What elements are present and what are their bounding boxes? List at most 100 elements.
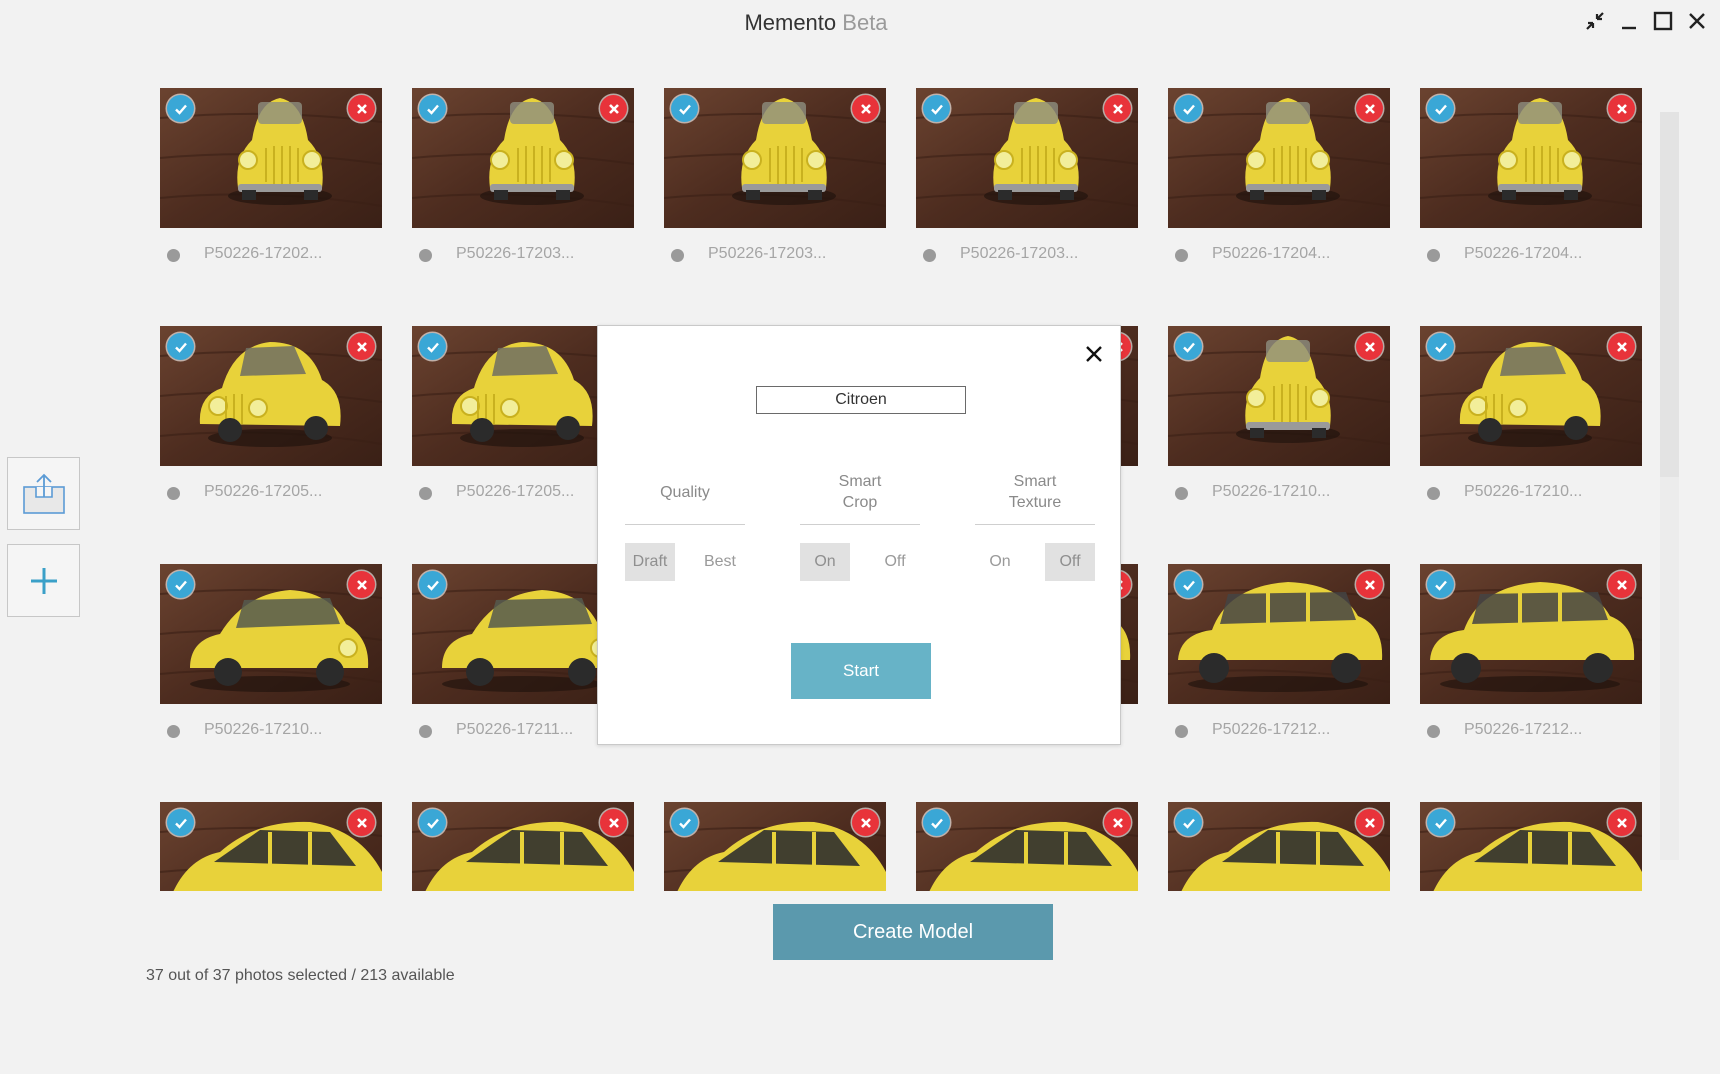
photo-thumbnail[interactable] [1420,564,1642,704]
photo-thumbnail[interactable] [916,88,1138,228]
photo-card[interactable] [1420,802,1642,891]
check-icon[interactable] [1175,95,1202,122]
photo-thumbnail[interactable] [1168,802,1390,891]
photo-thumbnail[interactable] [412,88,634,228]
smart-crop-off-button[interactable]: Off [870,543,920,581]
photo-caption: P50226-17210... [1420,480,1642,520]
photo-card[interactable] [1168,802,1390,891]
photo-thumbnail[interactable] [664,802,886,891]
check-icon[interactable] [419,95,446,122]
photo-card[interactable] [664,802,886,891]
photo-card[interactable]: P50226-17210... [1420,326,1642,564]
photo-card[interactable]: P50226-17204... [1420,88,1642,326]
photo-card[interactable]: P50226-17210... [1168,326,1390,564]
start-button[interactable]: Start [791,643,931,699]
check-icon[interactable] [1427,333,1454,360]
quality-best-button[interactable]: Best [695,543,745,581]
create-model-button[interactable]: Create Model [773,904,1053,960]
photo-card[interactable] [412,802,634,891]
photo-thumbnail[interactable] [412,802,634,891]
photo-thumbnail[interactable] [160,802,382,891]
remove-photo-icon[interactable] [1608,571,1635,598]
status-dot-icon [167,487,180,500]
remove-photo-icon[interactable] [852,809,879,836]
check-icon[interactable] [923,809,950,836]
photo-thumbnail[interactable] [664,88,886,228]
restore-icon[interactable] [1582,8,1608,34]
dialog-close-button[interactable] [1082,342,1106,366]
check-icon[interactable] [1427,571,1454,598]
photo-card[interactable]: P50226-17203... [916,88,1138,326]
photo-thumbnail[interactable] [1168,88,1390,228]
photo-thumbnail[interactable] [1168,326,1390,466]
remove-photo-icon[interactable] [348,333,375,360]
photo-filename: P50226-17212... [1212,721,1331,738]
check-icon[interactable] [167,333,194,360]
remove-photo-icon[interactable] [1356,571,1383,598]
smart-crop-on-button[interactable]: On [800,543,850,581]
photo-card[interactable] [916,802,1138,891]
photo-card[interactable]: P50226-17205... [160,326,382,564]
scrollbar-thumb[interactable] [1660,112,1679,477]
photo-thumbnail[interactable] [160,88,382,228]
remove-photo-icon[interactable] [1356,809,1383,836]
photo-card[interactable]: P50226-17210... [160,564,382,802]
remove-photo-icon[interactable] [1608,809,1635,836]
photo-card[interactable]: P50226-17204... [1168,88,1390,326]
remove-photo-icon[interactable] [852,95,879,122]
check-icon[interactable] [671,809,698,836]
photo-thumbnail[interactable] [160,564,382,704]
remove-photo-icon[interactable] [348,809,375,836]
check-icon[interactable] [923,95,950,122]
photo-card[interactable]: P50226-17202... [160,88,382,326]
remove-photo-icon[interactable] [348,95,375,122]
status-dot-icon [419,249,432,262]
photo-filename: P50226-17203... [708,245,827,262]
photo-caption: P50226-17204... [1168,242,1390,282]
upload-icon [22,473,65,514]
check-icon[interactable] [1427,95,1454,122]
model-name-input[interactable] [756,386,966,414]
photo-caption: P50226-17203... [916,242,1138,282]
check-icon[interactable] [167,571,194,598]
check-icon[interactable] [419,571,446,598]
photo-card[interactable]: P50226-17203... [412,88,634,326]
close-icon[interactable] [1684,8,1710,34]
check-icon[interactable] [167,95,194,122]
remove-photo-icon[interactable] [1608,333,1635,360]
remove-photo-icon[interactable] [1356,333,1383,360]
remove-photo-icon[interactable] [1104,809,1131,836]
remove-photo-icon[interactable] [600,95,627,122]
photo-thumbnail[interactable] [1420,326,1642,466]
photo-card[interactable]: P50226-17212... [1420,564,1642,802]
photo-card[interactable] [160,802,382,891]
add-photos-button[interactable] [7,544,80,617]
photo-thumbnail[interactable] [1420,88,1642,228]
quality-draft-button[interactable]: Draft [625,543,675,581]
check-icon[interactable] [1175,333,1202,360]
smart-texture-on-button[interactable]: On [975,543,1025,581]
check-icon[interactable] [1175,571,1202,598]
photo-card[interactable]: P50226-17212... [1168,564,1390,802]
maximize-icon[interactable] [1650,8,1676,34]
upload-button[interactable] [7,457,80,530]
photo-thumbnail[interactable] [1420,802,1642,891]
photo-thumbnail[interactable] [916,802,1138,891]
check-icon[interactable] [1427,809,1454,836]
remove-photo-icon[interactable] [1608,95,1635,122]
smart-texture-off-button[interactable]: Off [1045,543,1095,581]
check-icon[interactable] [167,809,194,836]
check-icon[interactable] [1175,809,1202,836]
remove-photo-icon[interactable] [1104,95,1131,122]
minimize-icon[interactable] [1616,8,1642,34]
remove-photo-icon[interactable] [1356,95,1383,122]
photo-card[interactable]: P50226-17203... [664,88,886,326]
check-icon[interactable] [419,333,446,360]
remove-photo-icon[interactable] [600,809,627,836]
photo-thumbnail[interactable] [160,326,382,466]
check-icon[interactable] [671,95,698,122]
remove-photo-icon[interactable] [348,571,375,598]
check-icon[interactable] [419,809,446,836]
photo-thumbnail[interactable] [1168,564,1390,704]
photo-caption: P50226-17204... [1420,242,1642,282]
